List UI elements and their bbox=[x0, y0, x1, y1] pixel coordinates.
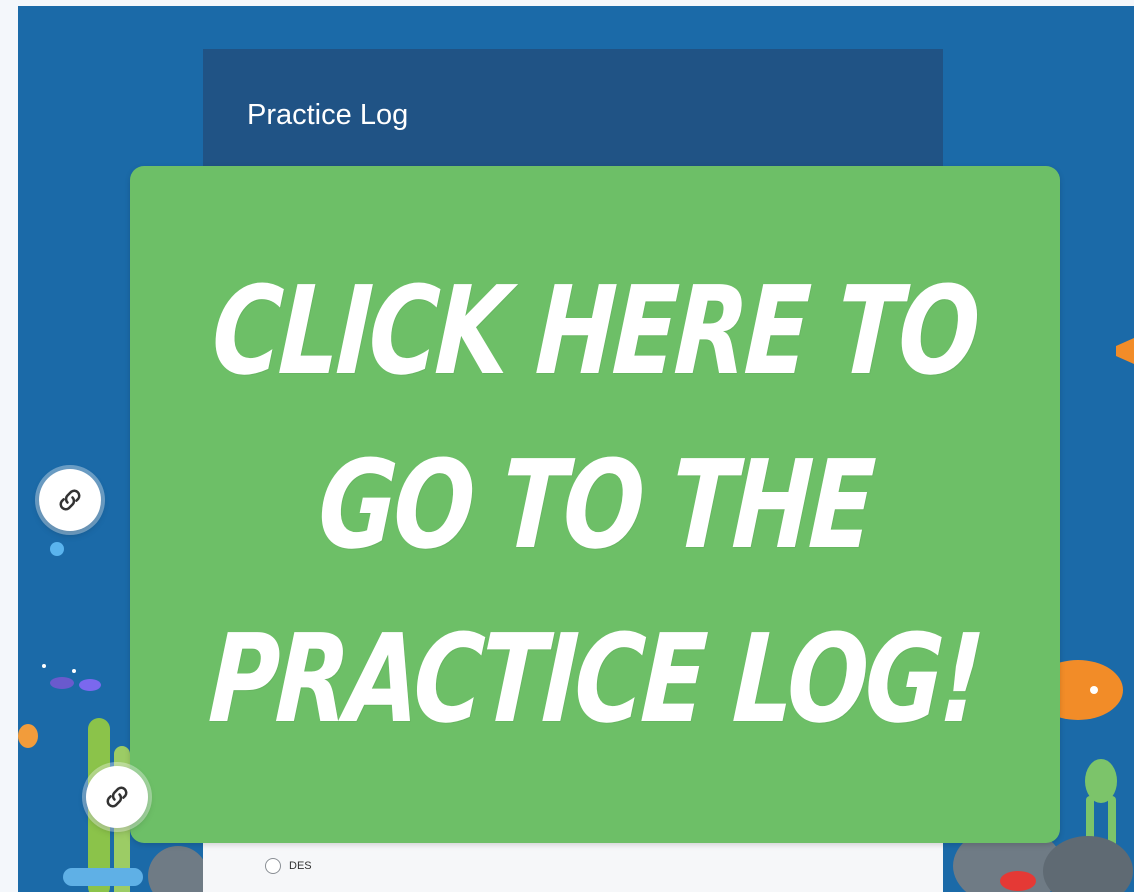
radio-option-label: DES bbox=[289, 860, 312, 872]
fish bbox=[79, 679, 101, 691]
link-button[interactable] bbox=[86, 766, 148, 828]
fish bbox=[50, 677, 74, 689]
practice-log-form-header: Practice Log bbox=[203, 49, 943, 169]
fish bbox=[18, 724, 38, 748]
rock bbox=[148, 846, 208, 892]
banner-line-1: Click here to bbox=[209, 259, 981, 402]
fish bbox=[1000, 871, 1036, 891]
banner-line-2: go to the bbox=[314, 433, 876, 576]
radio-option[interactable]: DES bbox=[265, 858, 312, 874]
bubble bbox=[50, 542, 64, 556]
bubble bbox=[72, 669, 76, 673]
ocean-background: Practice Log DES Click here to go to the… bbox=[18, 6, 1134, 892]
bubble bbox=[42, 664, 46, 668]
link-icon bbox=[59, 489, 81, 511]
radio-button[interactable] bbox=[265, 858, 281, 874]
form-title: Practice Log bbox=[247, 99, 409, 131]
fish-eye bbox=[1090, 686, 1098, 694]
fish bbox=[1116, 338, 1134, 364]
form-body: DES bbox=[203, 836, 943, 892]
link-button[interactable] bbox=[39, 469, 101, 531]
rock bbox=[1043, 836, 1133, 892]
rock bbox=[63, 868, 143, 886]
practice-log-link-banner[interactable]: Click here to go to the Practice Log! bbox=[130, 166, 1060, 843]
link-icon bbox=[106, 786, 128, 808]
banner-line-3: Practice Log! bbox=[205, 607, 985, 750]
